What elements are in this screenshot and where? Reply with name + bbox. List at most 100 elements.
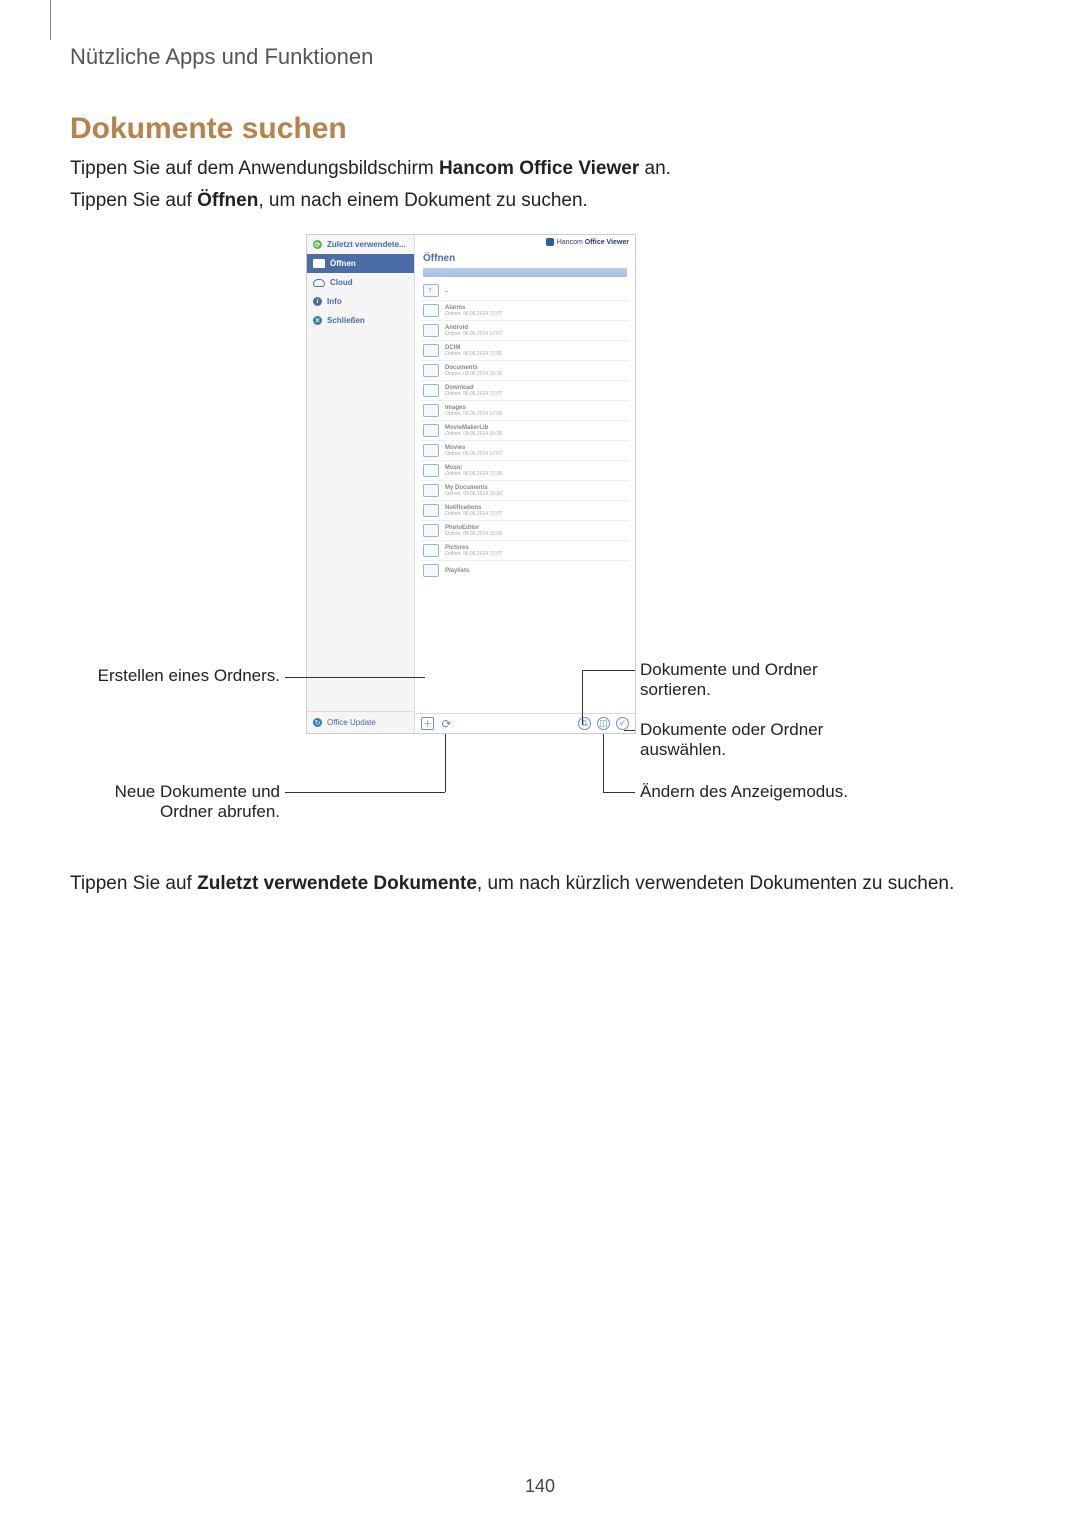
hancom-logo-icon <box>546 238 554 246</box>
folder-icon <box>423 524 439 537</box>
file-row[interactable]: DownloadOrdner, 06.06.2014 17:07 <box>421 380 629 400</box>
file-subtext: Ordner, 06.06.2014 17:08 <box>445 411 502 417</box>
text: Tippen Sie auf <box>70 190 197 211</box>
app-title-brand: Hancom <box>557 239 583 246</box>
info-icon <box>313 297 322 306</box>
pane-heading: Öffnen <box>415 249 635 268</box>
folder-icon <box>423 324 439 337</box>
folder-icon <box>423 404 439 417</box>
cloud-icon <box>313 279 325 287</box>
sidebar-item-info[interactable]: Info <box>307 292 414 311</box>
paragraph-2: Tippen Sie auf Öffnen, um nach einem Dok… <box>70 190 588 212</box>
file-subtext: Ordner, 06.06.2014 17:07 <box>445 311 502 317</box>
update-icon <box>313 718 322 727</box>
file-subtext: Ordner, 09.06.2014 16:26 <box>445 371 502 377</box>
callout-viewmode: Ändern des Anzeigemodus. <box>640 782 940 802</box>
folder-icon <box>423 504 439 517</box>
file-subtext: Ordner, 09.06.2014 10:26 <box>445 431 502 437</box>
file-name: Playlists <box>445 568 469 574</box>
file-row[interactable]: PicturesOrdner, 06.06.2014 17:07 <box>421 540 629 560</box>
sidebar-item-close[interactable]: Schließen <box>307 311 414 330</box>
file-subtext: Ordner, 06.06.2014 17:08 <box>445 471 502 477</box>
text: Tippen Sie auf dem Anwendungsbildschirm <box>70 158 439 179</box>
file-row[interactable]: DCIMOrdner, 06.06.2014 17:06 <box>421 340 629 360</box>
file-subtext: Ordner, 06.06.2014 17:06 <box>445 351 502 357</box>
callout-sort: Dokumente und Ordnersortieren. <box>640 660 900 700</box>
main-pane: Hancom Office Viewer Öffnen .. AlarmsOrdn… <box>415 235 635 733</box>
file-subtext: Ordner, 06.06.2014 10:08 <box>445 531 502 537</box>
path-bar[interactable] <box>423 268 627 277</box>
file-row[interactable]: PhotoEditorOrdner, 06.06.2014 10:08 <box>421 520 629 540</box>
file-row[interactable]: My DocumentsOrdner, 09.06.2014 16:30 <box>421 480 629 500</box>
file-row[interactable]: MoviesOrdner, 06.06.2014 17:07 <box>421 440 629 460</box>
sidebar-item-label: Zuletzt verwendete... <box>327 240 406 249</box>
sidebar-item-open[interactable]: Öffnen <box>307 254 414 273</box>
file-list[interactable]: .. AlarmsOrdner, 06.06.2014 17:07AndroidO… <box>415 281 635 713</box>
folder-open-icon <box>313 259 325 268</box>
page-number: 140 <box>0 1476 1080 1497</box>
sidebar-item-update[interactable]: Office Update <box>307 711 414 733</box>
figure: ⟳ Zuletzt verwendete... Öffnen Cloud Inf… <box>80 230 1000 800</box>
file-row[interactable]: AndroidOrdner, 06.06.2014 17:07 <box>421 320 629 340</box>
folder-up-icon <box>423 284 439 297</box>
file-subtext: Ordner, 06.06.2014 17:07 <box>445 331 502 337</box>
file-row[interactable]: MusicOrdner, 06.06.2014 17:08 <box>421 460 629 480</box>
sidebar-item-label: Office Update <box>327 718 376 727</box>
sidebar: ⟳ Zuletzt verwendete... Öffnen Cloud Inf… <box>307 235 415 733</box>
app-title-suffix: Office Viewer <box>585 239 629 246</box>
folder-icon <box>423 484 439 497</box>
callout-create-folder: Erstellen eines Ordners. <box>80 666 280 686</box>
sidebar-item-cloud[interactable]: Cloud <box>307 273 414 292</box>
select-icon[interactable]: ✓ <box>616 717 629 730</box>
text: an. <box>639 158 671 179</box>
toolbar-bottom: ＋ ⟳ ⇅ ◫ ✓ <box>415 713 635 733</box>
breadcrumb: Nützliche Apps und Funktionen <box>70 44 373 70</box>
folder-icon <box>423 444 439 457</box>
clock-icon: ⟳ <box>313 240 322 249</box>
sidebar-item-label: Cloud <box>330 278 353 287</box>
folder-icon <box>423 384 439 397</box>
bold-recent-docs: Zuletzt verwendete Dokumente <box>197 873 477 894</box>
file-row[interactable]: Playlists <box>421 560 629 580</box>
new-folder-icon[interactable]: ＋ <box>421 717 434 730</box>
sort-icon[interactable]: ⇅ <box>578 717 591 730</box>
paragraph-3: Tippen Sie auf Zuletzt verwendete Dokume… <box>70 870 954 898</box>
file-subtext: Ordner, 09.06.2014 16:30 <box>445 491 502 497</box>
refresh-icon[interactable]: ⟳ <box>440 717 453 730</box>
bold-app-name: Hancom Office Viewer <box>439 158 639 179</box>
sidebar-item-recent[interactable]: ⟳ Zuletzt verwendete... <box>307 235 414 254</box>
bold-open: Öffnen <box>197 190 258 211</box>
folder-icon <box>423 304 439 317</box>
folder-icon <box>423 544 439 557</box>
file-row[interactable]: DocumentsOrdner, 09.06.2014 16:26 <box>421 360 629 380</box>
callout-refresh: Neue Dokumente undOrdner abrufen. <box>80 782 280 822</box>
file-row[interactable]: ImagesOrdner, 06.06.2014 17:08 <box>421 400 629 420</box>
folder-icon <box>423 364 439 377</box>
sidebar-item-label: Info <box>327 297 342 306</box>
text: , um nach einem Dokument zu suchen. <box>258 190 588 211</box>
title-bar: Hancom Office Viewer <box>415 235 635 249</box>
file-row[interactable]: .. <box>421 281 629 300</box>
file-row[interactable]: MovieMakerLibOrdner, 09.06.2014 10:26 <box>421 420 629 440</box>
section-heading: Dokumente suchen <box>70 112 347 146</box>
file-subtext: Ordner, 06.06.2014 17:07 <box>445 551 502 557</box>
folder-icon <box>423 344 439 357</box>
close-icon <box>313 316 322 325</box>
file-row[interactable]: AlarmsOrdner, 06.06.2014 17:07 <box>421 300 629 320</box>
paragraph-1: Tippen Sie auf dem Anwendungsbildschirm … <box>70 158 671 180</box>
folder-icon <box>423 424 439 437</box>
callout-select: Dokumente oder Ordnerauswählen. <box>640 720 920 760</box>
file-row[interactable]: NotificationsOrdner, 06.06.2014 17:07 <box>421 500 629 520</box>
file-subtext: Ordner, 06.06.2014 17:07 <box>445 451 502 457</box>
folder-icon <box>423 564 439 577</box>
folder-icon <box>423 464 439 477</box>
sidebar-item-label: Schließen <box>327 316 365 325</box>
sidebar-item-label: Öffnen <box>330 259 356 268</box>
view-mode-icon[interactable]: ◫ <box>597 717 610 730</box>
text: , um nach kürzlich verwendeten Dokumente… <box>477 873 954 894</box>
text: Tippen Sie auf <box>70 873 197 894</box>
app-screenshot: ⟳ Zuletzt verwendete... Öffnen Cloud Inf… <box>306 234 636 734</box>
file-subtext: Ordner, 06.06.2014 17:07 <box>445 511 502 517</box>
file-subtext: Ordner, 06.06.2014 17:07 <box>445 391 502 397</box>
file-name: .. <box>445 288 448 294</box>
